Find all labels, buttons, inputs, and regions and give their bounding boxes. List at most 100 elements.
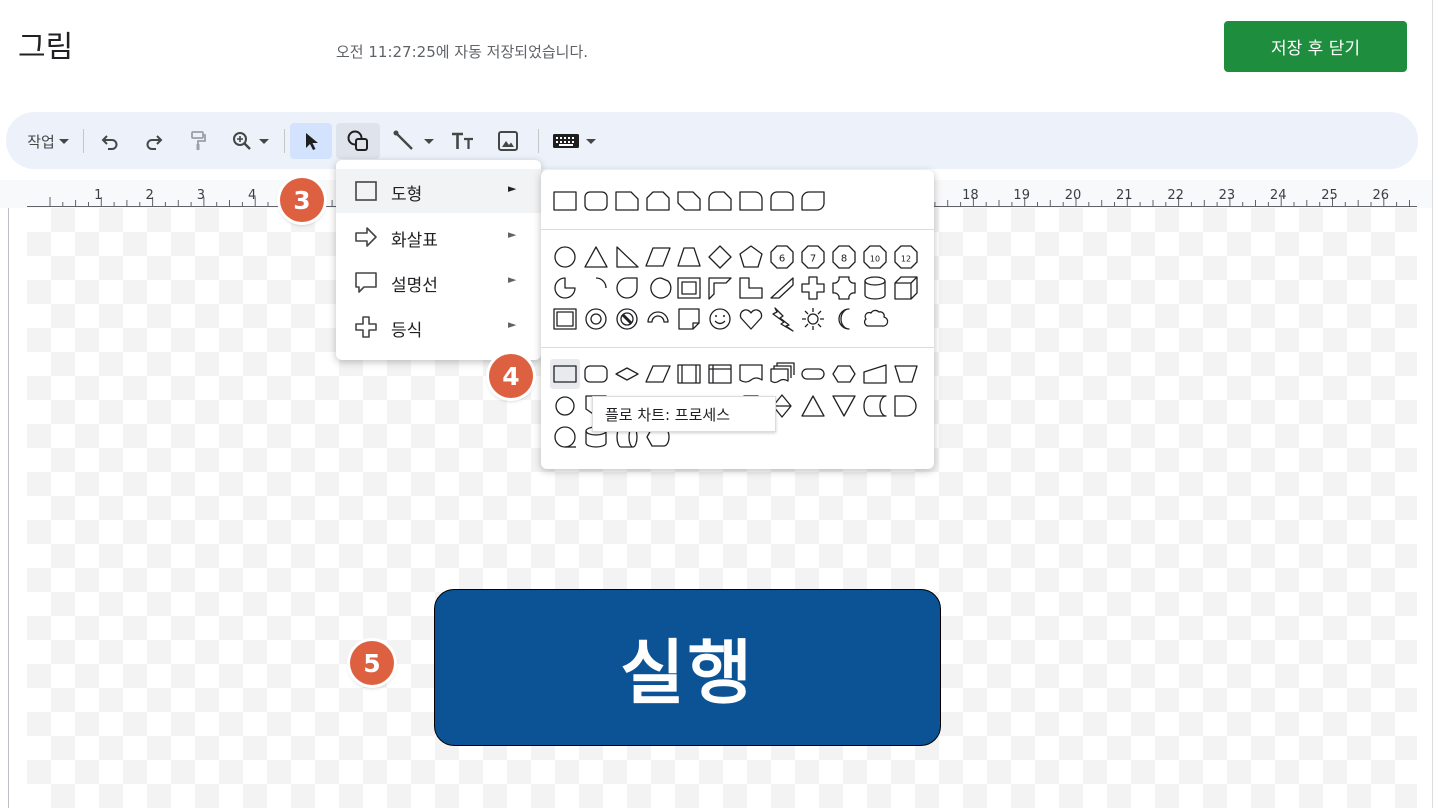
flowchart-decision-icon[interactable] <box>612 359 642 389</box>
ruler-number: 18 <box>962 188 979 203</box>
callout-icon <box>355 272 377 293</box>
undo-button[interactable] <box>94 123 126 159</box>
decagon-10-icon[interactable]: 10 <box>860 242 890 272</box>
submenu-arrow-icon: ► <box>508 182 517 195</box>
hexagon-6-icon[interactable]: 6 <box>767 242 797 272</box>
flowchart-data-icon[interactable] <box>643 359 673 389</box>
cube-icon[interactable] <box>891 273 921 303</box>
menu-item-arrows[interactable]: 화살표 ► <box>336 215 541 259</box>
chevron-down-icon <box>424 138 434 144</box>
half-frame-icon[interactable] <box>705 273 735 303</box>
actions-menu-button[interactable]: 작업 <box>22 123 74 159</box>
flowchart-multidocument-icon[interactable] <box>767 359 797 389</box>
pie-icon[interactable] <box>550 273 580 303</box>
flowchart-connector-icon[interactable] <box>550 391 580 421</box>
flowchart-document-icon[interactable] <box>736 359 766 389</box>
diamond-icon[interactable] <box>705 242 735 272</box>
run-shape[interactable]: 실행 <box>434 589 941 746</box>
zoom-button[interactable] <box>226 123 274 159</box>
menu-item-equations[interactable]: 등식 ► <box>336 305 541 349</box>
snip-round-rectangle-icon[interactable] <box>705 186 735 216</box>
round-corner-rectangle-icon[interactable] <box>736 186 766 216</box>
menu-item-callouts[interactable]: 설명선 ► <box>336 260 541 304</box>
flowchart-process-icon[interactable] <box>550 359 580 389</box>
redo-button[interactable] <box>138 123 170 159</box>
no-symbol-icon[interactable] <box>612 304 642 334</box>
smiley-face-icon[interactable] <box>705 304 735 334</box>
ruler-number: 23 <box>1219 188 1236 203</box>
right-triangle-icon[interactable] <box>612 242 642 272</box>
flowchart-manual-operation-icon[interactable] <box>891 359 921 389</box>
text-box-button[interactable] <box>446 123 480 159</box>
snip-corner-rectangle-icon[interactable] <box>612 186 642 216</box>
arrow-icon <box>355 227 377 247</box>
snip-diagonal-rectangle-icon[interactable] <box>674 186 704 216</box>
octagon-8-icon[interactable]: 8 <box>829 242 859 272</box>
run-shape-text: 실행 <box>620 632 755 714</box>
input-tools-button[interactable] <box>546 123 602 159</box>
flowchart-terminator-icon[interactable] <box>798 359 828 389</box>
zoom-icon <box>233 132 251 150</box>
scrollbar[interactable] <box>1432 0 1443 808</box>
donut-icon[interactable] <box>581 304 611 334</box>
diagonal-stripe-icon[interactable] <box>767 273 797 303</box>
lightning-bolt-icon[interactable] <box>767 304 797 334</box>
heptagon-7-icon[interactable]: 7 <box>798 242 828 272</box>
triangle-icon[interactable] <box>581 242 611 272</box>
cross-icon[interactable] <box>798 273 828 303</box>
image-button[interactable] <box>492 123 524 159</box>
toolbar-divider <box>538 129 539 153</box>
rectangle-icon[interactable] <box>550 186 580 216</box>
round-same-side-rectangle-icon[interactable] <box>767 186 797 216</box>
teardrop-icon[interactable] <box>612 273 642 303</box>
dodecagon-12-icon[interactable]: 12 <box>891 242 921 272</box>
flowchart-merge-icon[interactable] <box>829 391 859 421</box>
folded-corner-icon[interactable] <box>674 304 704 334</box>
flowchart-sequential-access-icon[interactable] <box>550 422 580 452</box>
flowchart-preparation-icon[interactable] <box>829 359 859 389</box>
block-arc-icon[interactable] <box>643 304 673 334</box>
ruler-number: 24 <box>1270 188 1287 203</box>
flowchart-stored-data-icon[interactable] <box>860 391 890 421</box>
redo-icon <box>146 135 163 150</box>
select-button[interactable] <box>290 123 332 159</box>
flowchart-manual-input-icon[interactable] <box>860 359 890 389</box>
rounded-rectangle-icon[interactable] <box>581 186 611 216</box>
flowchart-delay-icon[interactable] <box>891 391 921 421</box>
save-and-close-button[interactable]: 저장 후 닫기 <box>1224 21 1407 72</box>
sun-icon[interactable] <box>798 304 828 334</box>
arc-icon[interactable] <box>581 273 611 303</box>
pentagon-icon[interactable] <box>736 242 766 272</box>
image-icon <box>498 131 518 151</box>
paint-format-button[interactable] <box>182 123 214 159</box>
line-button[interactable] <box>388 123 438 159</box>
parallelogram-icon[interactable] <box>643 242 673 272</box>
shape-button[interactable] <box>336 123 380 159</box>
select-arrow-icon <box>306 133 318 150</box>
bevel-icon[interactable] <box>550 304 580 334</box>
cloud-icon[interactable] <box>860 304 890 334</box>
trapezoid-icon[interactable] <box>674 242 704 272</box>
can-icon[interactable] <box>860 273 890 303</box>
flowchart-extract-icon[interactable] <box>798 391 828 421</box>
svg-text:6: 6 <box>779 254 785 265</box>
flowchart-alternate-process-icon[interactable] <box>581 359 611 389</box>
menu-item-shapes[interactable]: 도형 ► <box>336 169 541 213</box>
oval-icon[interactable] <box>550 242 580 272</box>
menu-item-label: 화살표 <box>391 231 438 251</box>
ruler-number: 2 <box>145 188 153 203</box>
ruler-number: 26 <box>1373 188 1390 203</box>
autosave-status: 오전 11:27:25에 자동 저장되었습니다. <box>336 43 589 61</box>
page-title: 그림 <box>18 30 74 65</box>
l-shape-icon[interactable] <box>736 273 766 303</box>
moon-icon[interactable] <box>829 304 859 334</box>
flowchart-internal-storage-icon[interactable] <box>705 359 735 389</box>
step-badge-5: 5 <box>350 641 394 685</box>
heart-icon[interactable] <box>736 304 766 334</box>
frame-icon[interactable] <box>674 273 704 303</box>
plaque-icon[interactable] <box>829 273 859 303</box>
round-diagonal-rectangle-icon[interactable] <box>798 186 828 216</box>
flowchart-predefined-process-icon[interactable] <box>674 359 704 389</box>
snip-same-side-rectangle-icon[interactable] <box>643 186 673 216</box>
chord-icon[interactable] <box>643 273 673 303</box>
